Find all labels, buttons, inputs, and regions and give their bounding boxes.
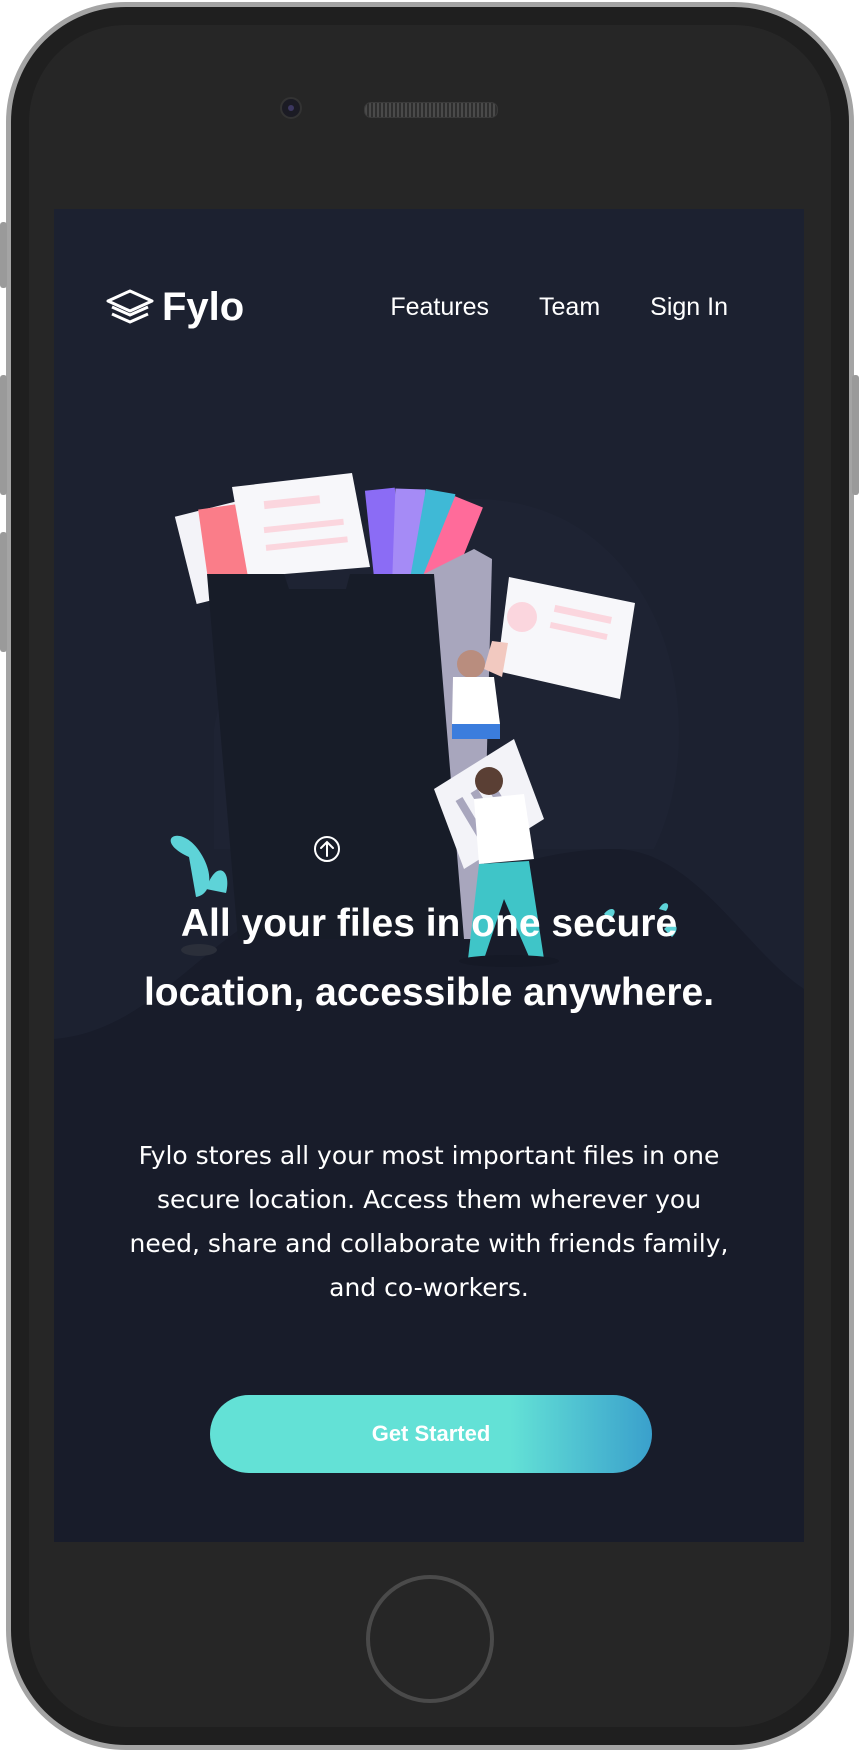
home-button[interactable]: [366, 1575, 494, 1703]
top-navigation: Fylo Features Team Sign In: [54, 209, 804, 329]
earpiece-speaker: [364, 102, 498, 118]
brand-logo[interactable]: Fylo: [106, 285, 244, 330]
logo-layers-icon: [106, 289, 154, 323]
volume-up-button: [0, 375, 7, 495]
mute-switch: [0, 222, 7, 288]
nav-link-team[interactable]: Team: [539, 293, 600, 322]
get-started-button[interactable]: Get Started: [210, 1395, 652, 1473]
brand-name: Fylo: [162, 285, 245, 329]
volume-down-button: [0, 532, 7, 652]
app-screen: Fylo Features Team Sign In All your file…: [54, 209, 804, 1542]
nav-link-features[interactable]: Features: [390, 293, 489, 322]
nav-links: Features Team Sign In: [390, 293, 728, 322]
power-button: [852, 375, 859, 495]
front-camera: [280, 97, 302, 119]
hero-description: Fylo stores all your most important file…: [129, 1141, 729, 1302]
hero-headline: All your files in one secure location, a…: [143, 902, 715, 1014]
nav-link-sign-in[interactable]: Sign In: [650, 293, 728, 322]
